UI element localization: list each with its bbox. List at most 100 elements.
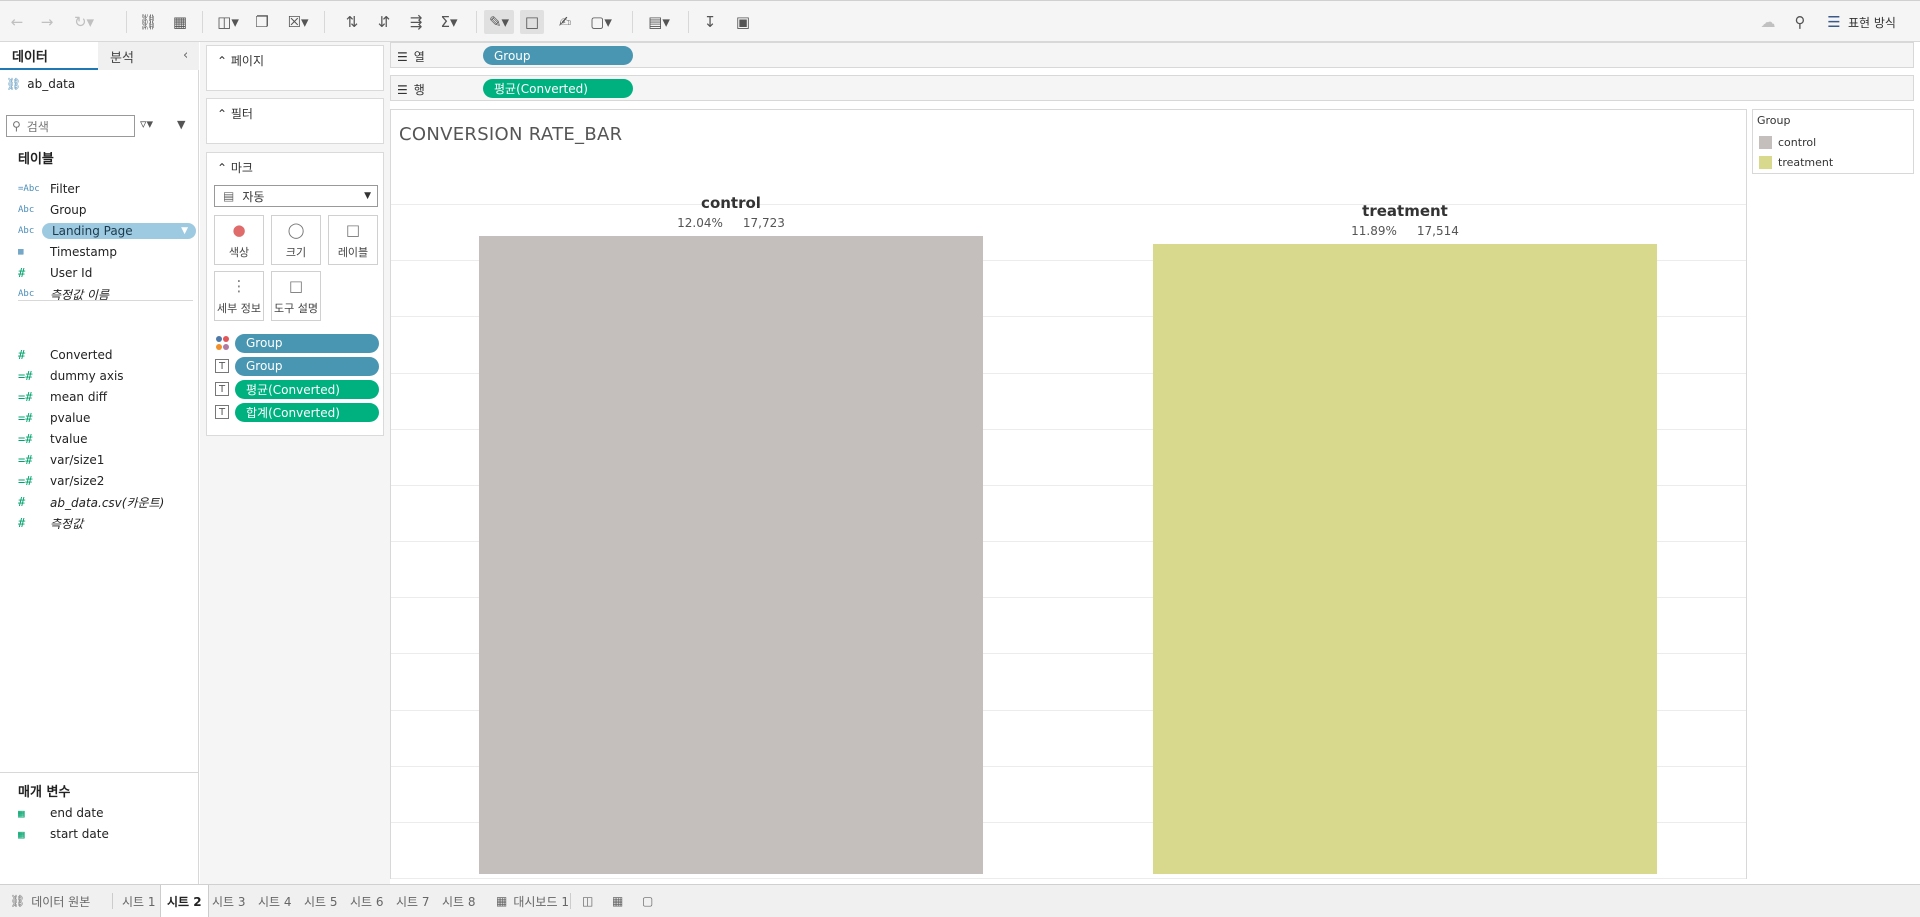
new-sheet-icon[interactable]: ◫ [576,885,599,917]
swap-icon[interactable]: ⇅ [342,10,362,34]
show-me-label[interactable]: 표현 방식 [1848,14,1896,31]
tab-sheet[interactable]: 시트 8 [436,885,482,917]
label-button[interactable]: □ 레이블 [328,215,378,265]
rows-pill[interactable]: 평균(Converted) [483,79,633,98]
date-type-icon: ▦ [18,247,24,257]
legend-title: Group [1757,114,1791,127]
mark-type-select[interactable]: ▤ 자동 ▼ [214,185,378,207]
tooltip-icon: □ [288,276,304,295]
duplicate-icon[interactable]: ❐ [252,10,272,34]
new-worksheet-icon[interactable]: ◫▾ [214,10,242,34]
show-me-icon[interactable]: ☰ [1824,10,1844,34]
tab-dashboard[interactable]: ▦ 대시보드 1 [490,885,575,917]
rows-shelf[interactable]: ☰ 행 평균(Converted) [390,75,1914,101]
size-button[interactable]: ◯ 크기 [271,215,321,265]
clear-icon[interactable]: ☒▾ [284,10,312,34]
tab-data[interactable]: 데이터 [0,42,98,70]
new-story-icon[interactable]: ▢ [636,885,659,917]
measure-field[interactable]: =# var/size1 [18,450,196,470]
text-icon: T [215,359,229,373]
collapse-icon[interactable]: ‹ [183,48,188,63]
tab-sheet[interactable]: 시트 7 [390,885,436,917]
measure-field[interactable]: =# mean diff [18,387,196,407]
sort-asc-icon[interactable]: ⇵ [374,10,394,34]
sort-desc-icon[interactable]: ⇶ [406,10,426,34]
search-input[interactable]: ⚲ 검색 [6,115,135,137]
download-icon[interactable]: ↧ [700,10,720,34]
pane-menu-icon[interactable]: ▼ [177,118,185,131]
new-dashboard-icon[interactable]: ▦ [606,885,629,917]
legend-label: control [1778,135,1817,149]
datasource-icon[interactable]: ▦ [170,10,190,34]
color-label: 색상 [228,245,250,259]
new-datasource-icon[interactable]: ⛓ [138,10,158,34]
param-item[interactable]: ▦ end date [18,803,196,823]
color-button[interactable]: ● 색상 [214,215,264,265]
columns-pill[interactable]: Group [483,46,633,65]
label-pill[interactable]: 합계(Converted) [235,402,379,422]
totals-icon[interactable]: Σ▾ [436,10,462,34]
tab-sheet[interactable]: 시트 4 [252,885,298,917]
present-icon[interactable]: ▣ [732,10,754,34]
label-icon[interactable]: □ [520,10,544,34]
tab-sheet[interactable]: 시트 2 [160,885,209,917]
pages-card[interactable]: ⌃ 페이지 [206,45,384,91]
calendar-icon: ▦ [18,827,25,841]
chart-icon[interactable]: ▤▾ [642,10,676,34]
filters-card[interactable]: ⌃ 필터 [206,98,384,144]
columns-shelf[interactable]: ☰ 열 Group [390,42,1914,68]
dimension-field[interactable]: Abc Group [18,200,196,220]
measure-field[interactable]: =# dummy axis [18,366,196,386]
dimension-field[interactable]: =Abc Filter [18,179,196,199]
label-pill[interactable]: Group [235,356,379,376]
datasource-item[interactable]: ⛓ ab_data [6,77,75,91]
dimension-field[interactable]: Abc Landing Page ▼ [18,221,196,241]
size-icon: ◯ [287,220,305,239]
cloud-icon[interactable]: ☁ [1758,10,1778,34]
measure-field[interactable]: # ab_data.csv(카운트) [18,492,196,512]
dimension-field[interactable]: Abc 측정값 이름 [18,284,196,304]
field-name: var/size1 [50,453,105,467]
measure-field[interactable]: # 측정값 [18,513,196,533]
bar-treatment[interactable] [1153,243,1657,874]
color-pill[interactable]: Group [235,333,379,353]
back-icon[interactable]: ← [8,10,26,34]
toolbar: ← → ↻▾ ⛓ ▦ ◫▾ ❐ ☒▾ ⇅ ⇵ ⇶ Σ▾ ✎▾ □ ✍ ▢▾ ▤▾… [0,0,1920,42]
fit-icon[interactable]: ▢▾ [586,10,616,34]
dimension-field[interactable]: ▦ Timestamp [18,242,196,262]
measure-field[interactable]: # Converted [18,345,196,365]
filter-icon[interactable]: ▿▾ [140,117,153,132]
number-type-icon: # [18,266,26,280]
field-name: tvalue [50,432,88,446]
detail-icon: ⋮ [231,276,247,295]
measure-field[interactable]: =# pvalue [18,408,196,428]
legend-label: treatment [1778,155,1834,169]
label-pill[interactable]: 평균(Converted) [235,379,379,399]
tab-sheet[interactable]: 시트 6 [344,885,390,917]
highlight-icon[interactable]: ✎▾ [484,10,514,34]
measure-field[interactable]: =# tvalue [18,429,196,449]
dimension-field[interactable]: # User Id [18,263,196,283]
string-type-icon: Abc [18,289,35,299]
legend-item[interactable]: control [1759,134,1816,150]
tooltip-button[interactable]: □ 도구 설명 [271,271,321,321]
rows-label: ☰ 행 [397,82,425,98]
field-name: pvalue [50,411,91,425]
legend-item[interactable]: treatment [1759,154,1833,170]
datasource-icon: ⛓ [10,894,26,908]
tab-sheet[interactable]: 시트 3 [206,885,252,917]
bar-control[interactable] [479,236,983,874]
annotate-icon[interactable]: ✍ [554,10,576,34]
tab-sheet[interactable]: 시트 5 [298,885,344,917]
measure-field[interactable]: =# var/size2 [18,471,196,491]
tab-datasource[interactable]: ⛓ 데이터 원본 [4,885,96,917]
chevron-down-icon[interactable]: ▼ [181,226,188,236]
tab-sheet[interactable]: 시트 1 [116,885,162,917]
field-name: mean diff [50,390,108,404]
pin-icon[interactable]: ⚲ [1790,10,1810,34]
redo-icon[interactable]: ↻▾ [70,10,98,34]
forward-icon[interactable]: → [38,10,56,34]
field-name: Filter [50,182,80,196]
detail-button[interactable]: ⋮ 세부 정보 [214,271,264,321]
param-item[interactable]: ▦ start date [18,824,196,844]
